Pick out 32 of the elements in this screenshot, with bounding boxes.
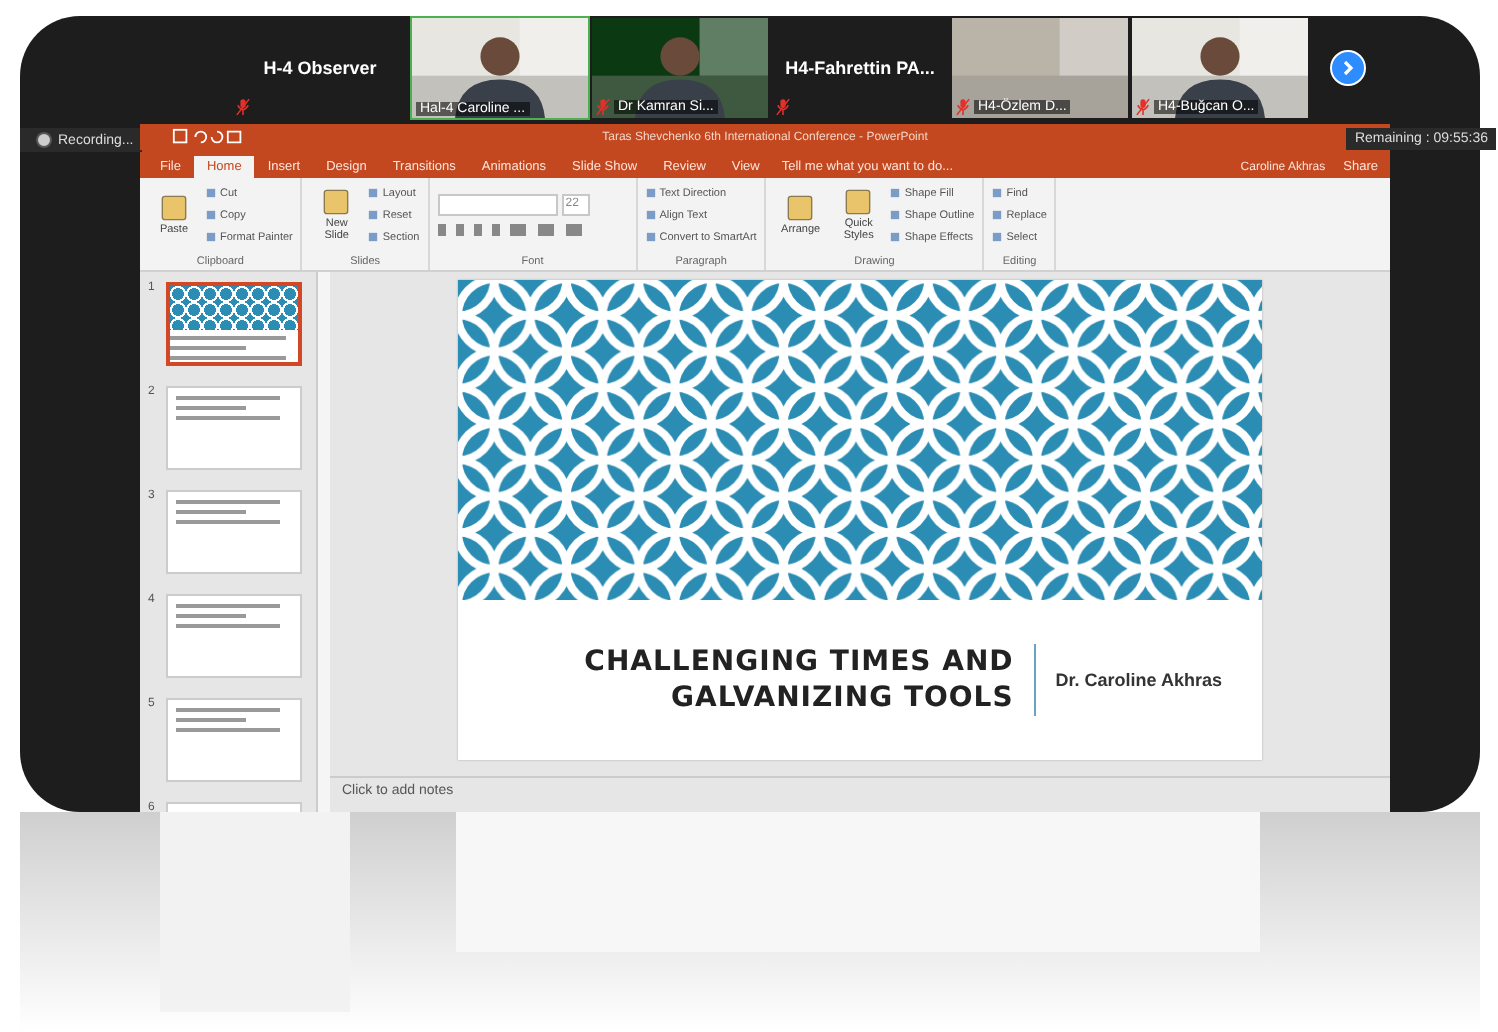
command-icon	[890, 188, 901, 198]
command-icon	[368, 210, 379, 220]
command-icon	[206, 232, 216, 242]
command-icon	[206, 210, 216, 220]
slide-title: CHALLENGING TIMES AND GALVANIZING TOOLS	[584, 643, 1014, 717]
slide-thumbnail[interactable]	[166, 282, 302, 366]
command-icon	[322, 187, 351, 216]
command-icon	[992, 210, 1003, 220]
command-icon	[206, 188, 216, 198]
font-name-field[interactable]	[437, 193, 558, 215]
command-icon	[645, 210, 656, 220]
command-icon	[645, 188, 656, 198]
command-icon	[160, 193, 188, 222]
command-icon	[368, 188, 379, 198]
participant-name: H-4 Observer	[263, 58, 377, 78]
command-icon	[786, 193, 815, 222]
slide-subtitle: Dr. Caroline Akhras	[1055, 670, 1222, 690]
command-icon	[368, 232, 379, 242]
slide-thumbnail[interactable]	[166, 698, 302, 782]
slide-thumbnail[interactable]	[166, 594, 302, 678]
slide-thumbnail[interactable]	[166, 386, 302, 470]
command-icon	[890, 232, 901, 242]
command-icon	[844, 187, 873, 216]
command-icon	[992, 232, 1003, 242]
scrollbar[interactable]	[316, 272, 330, 812]
slide-thumbnail[interactable]	[166, 490, 302, 574]
command-icon	[992, 188, 1003, 198]
participant-name: H4-Fahrettin PA...	[785, 58, 935, 78]
command-icon	[890, 210, 901, 220]
next-page-button[interactable]	[1330, 50, 1366, 86]
chevron-right-icon	[1338, 58, 1358, 78]
command-icon	[645, 232, 656, 242]
